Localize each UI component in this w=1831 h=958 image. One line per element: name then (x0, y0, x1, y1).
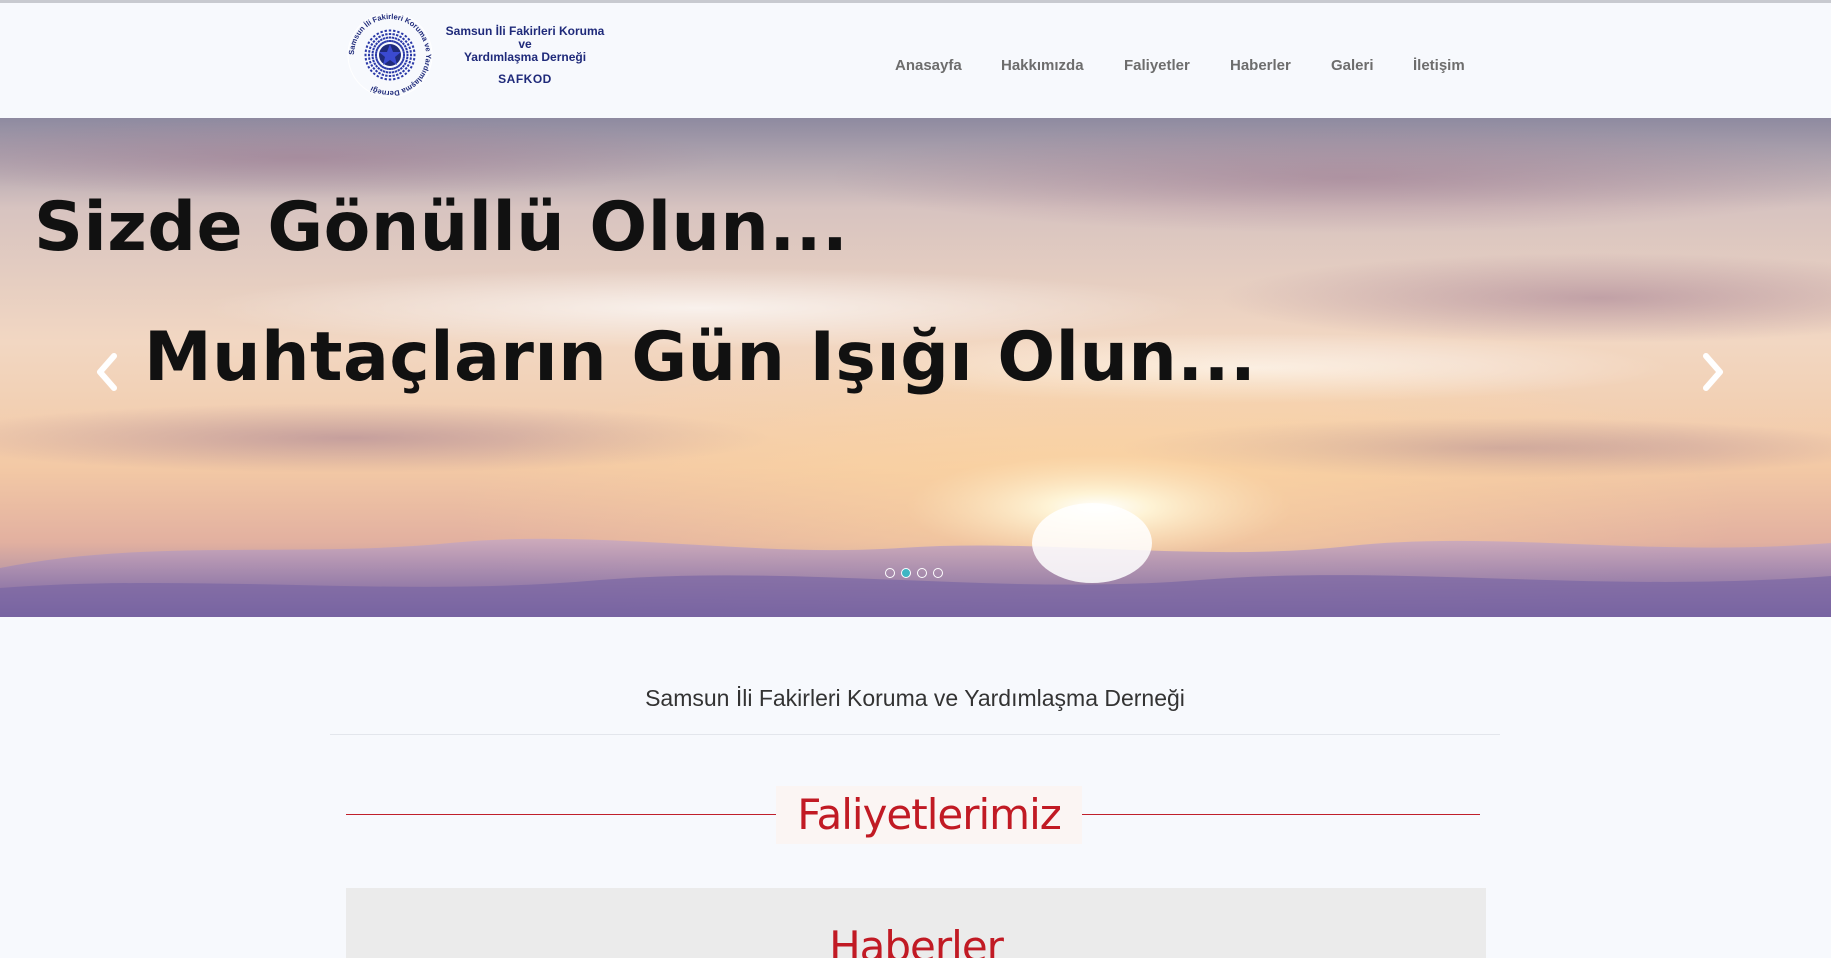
slide-headline-1: Sizde Gönüllü Olun... (34, 188, 849, 267)
chevron-right-icon (1703, 353, 1723, 391)
news-title: Haberler (829, 922, 1004, 958)
section-rule-left (346, 814, 776, 815)
site-header: Samsun İli Fakirleri Koruma ve Yardımlaş… (0, 3, 1831, 118)
divider (330, 734, 1500, 735)
slider-dot[interactable] (885, 568, 895, 578)
slider-dot[interactable] (917, 568, 927, 578)
page-subtitle: Samsun İli Fakirleri Koruma ve Yardımlaş… (645, 685, 1185, 711)
slider-prev-button[interactable] (88, 350, 128, 394)
chevron-left-icon (97, 353, 117, 391)
activities-section-header: Faliyetlerimiz (346, 786, 1480, 844)
section-title-box: Faliyetlerimiz (776, 786, 1082, 844)
main-nav: Anasayfa Hakkımızda Faliyetler Haberler … (0, 57, 1831, 81)
nav-item-anasayfa[interactable]: Anasayfa (895, 57, 962, 74)
slide-headline-2: Muhtaçların Gün Işığı Olun... (144, 318, 1257, 397)
nav-item-iletisim[interactable]: İletişim (1413, 57, 1465, 74)
section-rule-right (1082, 814, 1480, 815)
section-title: Faliyetlerimiz (797, 790, 1062, 839)
site-logo[interactable]: Samsun İli Fakirleri Koruma ve Yardımlaş… (346, 10, 614, 100)
nav-item-haberler[interactable]: Haberler (1230, 57, 1291, 74)
slider-dots (885, 568, 965, 582)
nav-item-galeri[interactable]: Galeri (1331, 57, 1374, 74)
nav-item-faliyetler[interactable]: Faliyetler (1124, 57, 1190, 74)
hero-slider[interactable]: Sizde Gönüllü Olun... Muhtaçların Gün Iş… (0, 118, 1831, 617)
slider-next-button[interactable] (1692, 350, 1732, 394)
news-panel: Haberler (346, 888, 1486, 958)
logo-seal-icon: Samsun İli Fakirleri Koruma ve Yardımlaş… (347, 12, 433, 98)
slider-dot[interactable] (933, 568, 943, 578)
slider-dot[interactable] (901, 568, 911, 578)
nav-item-hakkimizda[interactable]: Hakkımızda (1001, 57, 1084, 74)
